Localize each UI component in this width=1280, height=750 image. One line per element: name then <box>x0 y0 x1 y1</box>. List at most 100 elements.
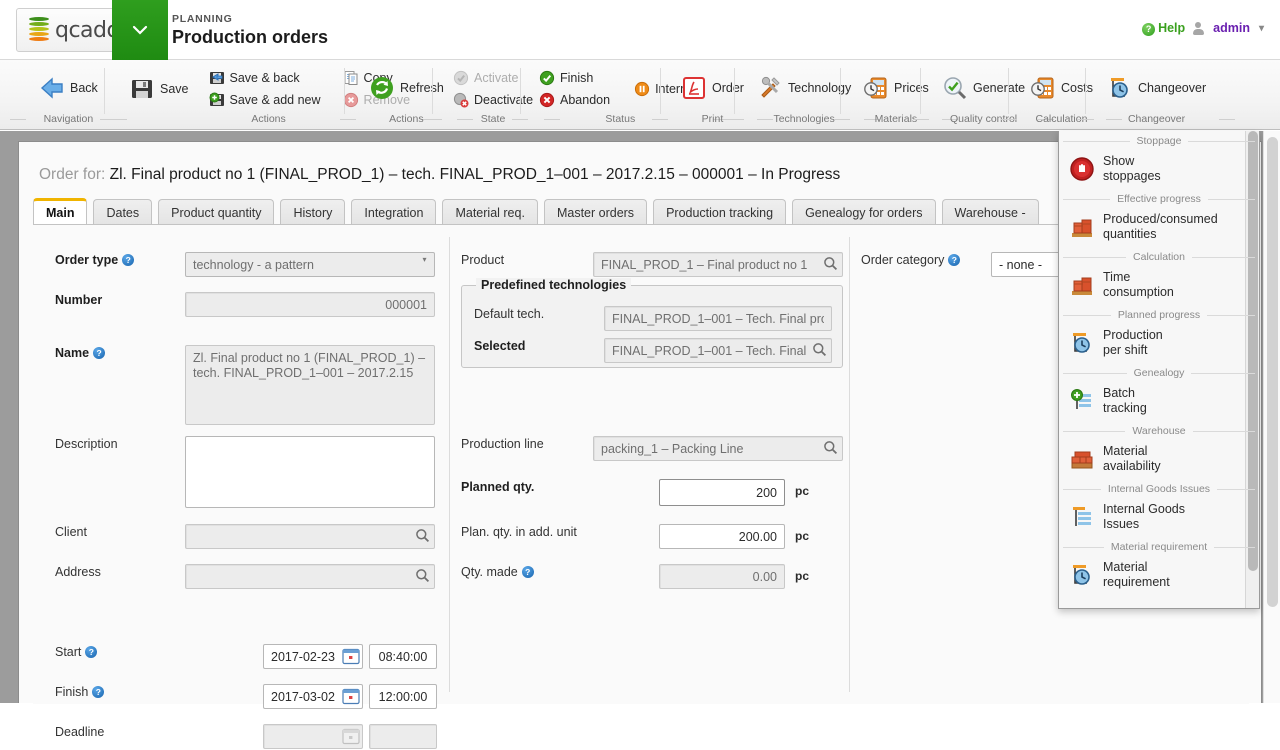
clock-chart-icon <box>1107 75 1133 101</box>
tab-production-tracking[interactable]: Production tracking <box>653 199 786 225</box>
magnifier-icon[interactable] <box>415 528 430 548</box>
qty-made-help-icon[interactable]: ? <box>522 566 534 578</box>
menu-item-label: Batch tracking <box>1103 386 1147 416</box>
tab-warehouse[interactable]: Warehouse - <box>942 199 1039 225</box>
selected-tech-label: Selected <box>474 339 525 353</box>
dropdown-section-header: Internal Goods Issues <box>1059 481 1259 497</box>
floppy-add-icon <box>209 92 225 108</box>
default-tech-label: Default tech. <box>474 307 544 321</box>
plan-qty-add-unit-input[interactable] <box>659 524 785 549</box>
deadline-label: Deadline <box>55 725 104 739</box>
selected-tech-input[interactable] <box>604 338 832 363</box>
dropdown-section-header: Planned progress <box>1059 307 1259 323</box>
person-icon <box>1192 22 1204 35</box>
technology-button[interactable]: Technology <box>749 71 859 105</box>
list-orange-icon <box>1069 504 1095 530</box>
finish-label: Finish <box>55 685 88 699</box>
product-input[interactable] <box>593 252 843 277</box>
bricks-icon <box>1069 446 1095 472</box>
order-category-help-icon[interactable]: ? <box>948 254 960 266</box>
chevron-down-icon <box>132 25 148 35</box>
save-and-back-button[interactable]: Save & back <box>203 68 327 88</box>
save-button[interactable]: Save <box>121 72 197 106</box>
start-help-icon[interactable]: ? <box>85 646 97 658</box>
calculator-clock-icon <box>1030 75 1056 101</box>
dropdown-scrollbar-thumb[interactable] <box>1248 131 1258 571</box>
user-caret-icon[interactable]: ▾ <box>1259 23 1264 34</box>
order-type-select[interactable] <box>185 252 435 277</box>
deadline-time-input[interactable] <box>369 724 437 749</box>
magnifier-icon[interactable] <box>415 568 430 588</box>
tab-product-quantity[interactable]: Product quantity <box>158 199 274 225</box>
description-textarea[interactable] <box>185 436 435 508</box>
order-type-help-icon[interactable]: ? <box>122 254 134 266</box>
prices-label: Prices <box>894 81 929 95</box>
menu-item-label: Time consumption <box>1103 270 1174 300</box>
menu-item-production-per-shift[interactable]: Production per shift <box>1059 323 1259 363</box>
tools-icon <box>757 75 783 101</box>
menu-item-produced-consumed-quantities[interactable]: Produced/consumed quantities <box>1059 207 1259 247</box>
back-button[interactable]: Back <box>31 71 106 105</box>
menu-item-internal-goods-issues[interactable]: Internal Goods Issues <box>1059 497 1259 537</box>
tab-dates[interactable]: Dates <box>93 199 152 225</box>
planned-qty-unit: pc <box>795 479 809 504</box>
calendar-icon[interactable] <box>342 647 360 665</box>
magnifier-icon[interactable] <box>823 256 838 276</box>
finish-time-input[interactable] <box>369 684 437 709</box>
finish-button[interactable]: Finish <box>533 68 616 88</box>
default-tech-input[interactable] <box>604 306 832 331</box>
production-line-input[interactable] <box>593 436 843 461</box>
menu-item-material-availability[interactable]: Material availability <box>1059 439 1259 479</box>
order-for-label: Order for: <box>39 166 105 183</box>
menu-item-show-stoppages[interactable]: Show stoppages <box>1059 149 1259 189</box>
abandon-button[interactable]: Abandon <box>533 90 616 110</box>
user-menu[interactable]: admin <box>1213 21 1250 35</box>
ribbon-group-navigation: Back Navigation <box>22 64 115 126</box>
name-help-icon[interactable]: ? <box>93 347 105 359</box>
tab-material-req[interactable]: Material req. <box>442 199 537 225</box>
deactivate-icon <box>453 92 469 108</box>
breadcrumb: PLANNING Production orders <box>172 13 328 48</box>
magnifier-icon[interactable] <box>823 440 838 460</box>
help-link[interactable]: ?Help <box>1142 21 1185 36</box>
start-time-input[interactable] <box>369 644 437 669</box>
client-input[interactable] <box>185 524 435 549</box>
magnifier-icon[interactable] <box>812 342 827 362</box>
menu-item-batch-tracking[interactable]: Batch tracking <box>1059 381 1259 421</box>
planned-qty-label: Planned qty. <box>461 480 534 494</box>
start-label: Start <box>55 645 81 659</box>
tab-integration[interactable]: Integration <box>351 199 436 225</box>
changeover-button[interactable]: Changeover <box>1099 71 1214 105</box>
name-textarea[interactable]: Zl. Final product no 1 (FINAL_PROD_1) – … <box>185 345 435 425</box>
page-scrollbar[interactable] <box>1263 131 1280 703</box>
tab-label: Production tracking <box>666 206 773 220</box>
tab-genealogy-for-orders[interactable]: Genealogy for orders <box>792 199 935 225</box>
list-add-icon <box>1069 388 1095 414</box>
tab-label: Main <box>46 206 74 220</box>
stop-hand-icon <box>1069 156 1095 182</box>
tab-label: Master orders <box>557 206 634 220</box>
finish-help-icon[interactable]: ? <box>92 686 104 698</box>
save-and-add-new-button[interactable]: Save & add new <box>203 90 327 110</box>
number-input[interactable] <box>185 292 435 317</box>
finish-label: Finish <box>560 71 593 85</box>
menu-item-time-consumption[interactable]: Time consumption <box>1059 265 1259 305</box>
tab-master-orders[interactable]: Master orders <box>544 199 647 225</box>
tab-main[interactable]: Main <box>33 198 87 225</box>
calendar-icon <box>342 727 360 745</box>
client-label: Client <box>55 525 87 539</box>
menu-item-material-requirement[interactable]: Material requirement <box>1059 555 1259 595</box>
costs-label: Costs <box>1061 81 1093 95</box>
page-scrollbar-thumb[interactable] <box>1267 137 1278 607</box>
tab-label: Dates <box>106 206 139 220</box>
brand-menu-toggle[interactable] <box>112 0 168 60</box>
tab-label: History <box>293 206 332 220</box>
tab-history[interactable]: History <box>280 199 345 225</box>
address-input[interactable] <box>185 564 435 589</box>
changeover-label: Changeover <box>1138 81 1206 95</box>
qty-made-input[interactable] <box>659 564 785 589</box>
help-circle-icon: ? <box>1142 23 1155 36</box>
calendar-icon[interactable] <box>342 687 360 705</box>
planned-qty-input[interactable] <box>659 479 785 506</box>
dropdown-scrollbar[interactable] <box>1245 131 1259 609</box>
